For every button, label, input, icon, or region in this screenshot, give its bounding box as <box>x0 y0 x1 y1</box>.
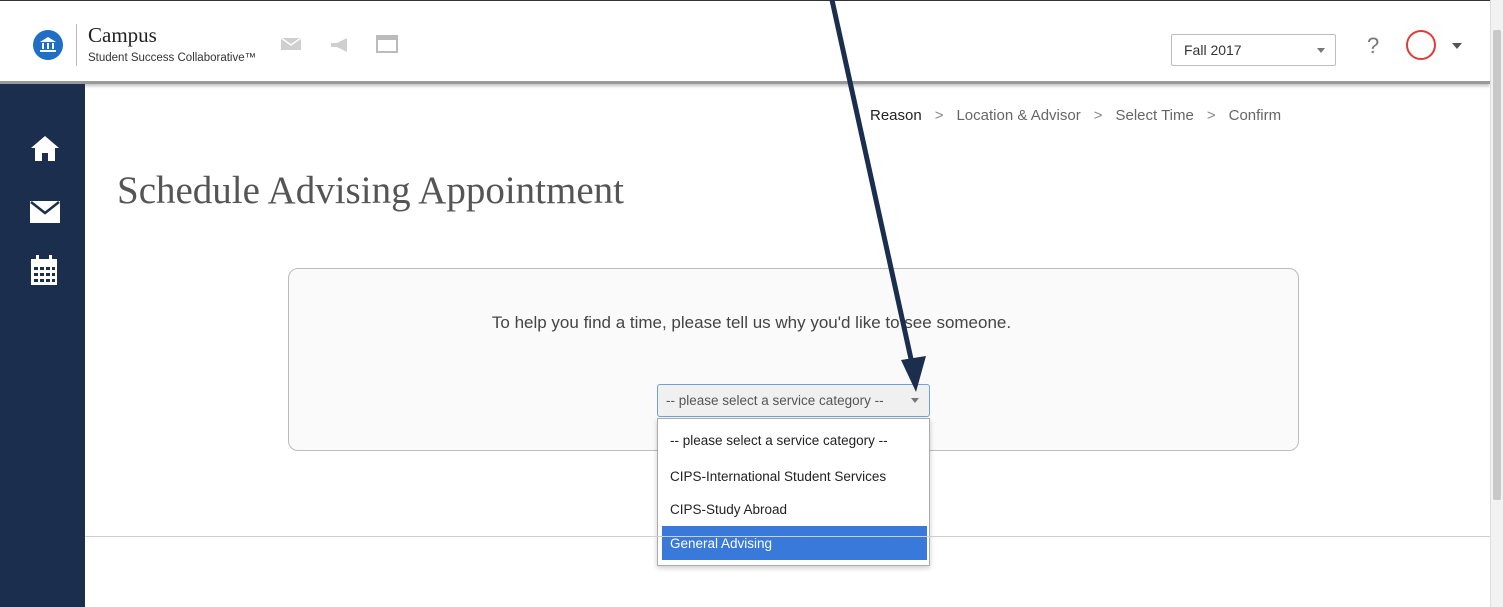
dropdown-option-selected[interactable]: General Advising <box>662 526 927 560</box>
breadcrumb-separator: > <box>1093 107 1103 124</box>
dropdown-option[interactable]: -- please select a service category -- <box>662 423 927 457</box>
term-select[interactable]: Fall 2017 <box>1171 34 1336 66</box>
window-icon[interactable] <box>376 35 398 58</box>
sidebar <box>0 84 85 607</box>
dropdown-option[interactable]: CIPS-International Student Services <box>662 459 927 493</box>
avatar[interactable] <box>1406 30 1436 60</box>
logo-divider <box>76 24 77 66</box>
service-category-select[interactable]: -- please select a service category -- <box>657 384 930 417</box>
term-select-value: Fall 2017 <box>1184 42 1242 58</box>
megaphone-icon[interactable] <box>329 37 351 58</box>
service-category-value: -- please select a service category -- <box>666 393 884 408</box>
breadcrumb-separator: > <box>934 107 944 124</box>
service-category-dropdown: -- please select a service category -- C… <box>657 418 930 566</box>
reason-prompt: To help you find a time, please tell us … <box>491 313 1012 332</box>
scrollbar-thumb[interactable] <box>1493 30 1501 500</box>
calendar-icon[interactable] <box>30 254 58 291</box>
mail-icon[interactable] <box>280 37 302 56</box>
chevron-down-icon[interactable] <box>1452 43 1462 49</box>
mail-icon[interactable] <box>30 201 60 228</box>
breadcrumb-separator: > <box>1206 107 1216 124</box>
brand-name: Campus <box>88 23 157 47</box>
help-button[interactable]: ? <box>1367 33 1379 59</box>
page-title: Schedule Advising Appointment <box>117 169 624 212</box>
breadcrumb-step-location-advisor: Location & Advisor <box>956 107 1081 124</box>
brand-subtitle: Student Success Collaborative™ <box>88 52 257 64</box>
breadcrumb-step-select-time: Select Time <box>1115 107 1194 124</box>
breadcrumb-step-confirm: Confirm <box>1228 107 1282 124</box>
breadcrumb: Reason > Location & Advisor > Select Time > Co… <box>870 107 1281 124</box>
campus-logo-icon[interactable] <box>33 30 63 60</box>
home-icon[interactable] <box>30 134 60 167</box>
dropdown-option[interactable]: CIPS-Study Abroad <box>662 492 927 526</box>
breadcrumb-step-reason: Reason <box>870 107 922 124</box>
chevron-down-icon <box>911 398 919 403</box>
top-bar: Campus Student Success Collaborative™ Fa… <box>0 0 1490 84</box>
scrollbar[interactable] <box>1490 0 1503 607</box>
chevron-down-icon <box>1317 48 1325 53</box>
divider <box>85 536 1490 537</box>
